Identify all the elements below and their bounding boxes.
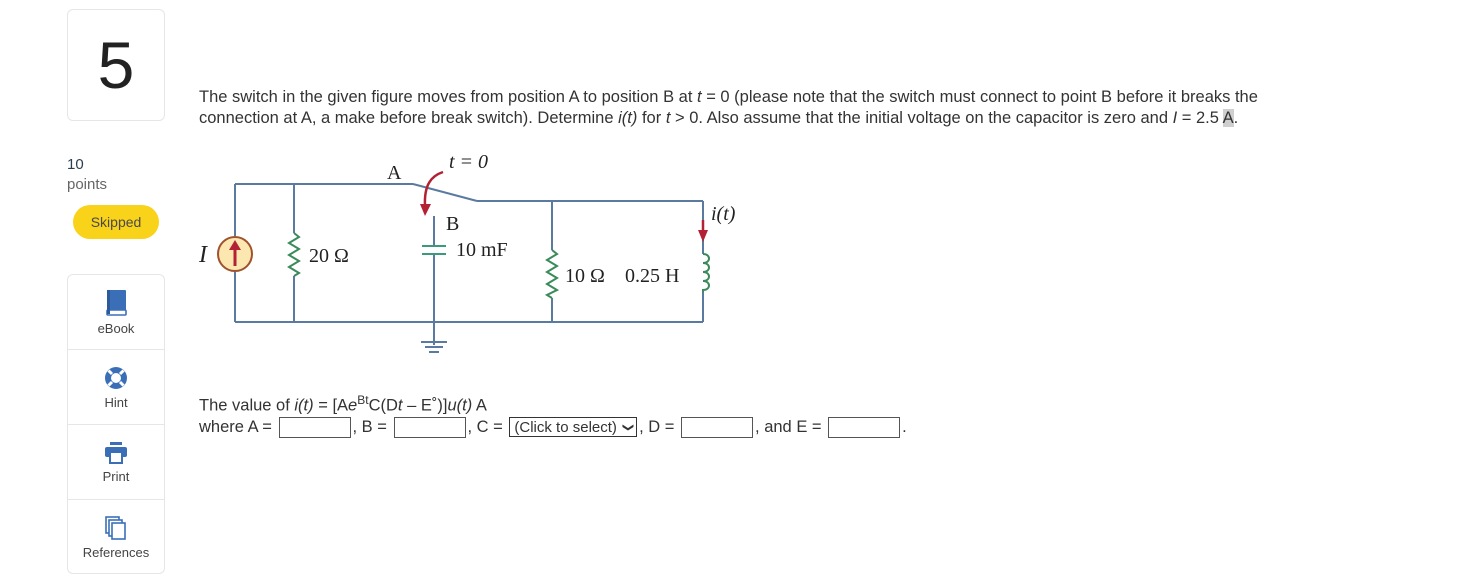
inductor-label: 0.25 H	[625, 265, 679, 287]
input-label-e: , and E =	[755, 417, 827, 436]
prompt-text: = 2.5	[1177, 109, 1223, 127]
r1-label: 20 Ω	[309, 245, 349, 267]
switch-time-label: t = 0	[449, 151, 488, 173]
documents-icon	[105, 515, 126, 540]
tool-hint[interactable]: Hint	[68, 350, 164, 425]
sentence-end: .	[902, 417, 907, 436]
equation-var: i(t)	[294, 396, 314, 415]
resistor-10-ohm	[544, 249, 560, 299]
prompt-text: for	[637, 109, 666, 127]
node-b-label: B	[446, 213, 459, 235]
equation-text: = [A	[313, 396, 349, 415]
equation-var: e	[348, 396, 358, 415]
points-value: 10	[67, 156, 84, 173]
prompt-text: .	[1233, 109, 1239, 127]
r2-label: 10 Ω	[565, 265, 605, 287]
prompt-text: The switch in the given figure moves fro…	[199, 88, 698, 106]
node-a-label: A	[387, 162, 402, 184]
answer-d-input[interactable]	[681, 416, 754, 438]
equation-text: C(D	[368, 396, 398, 415]
highlighted-unit: A	[1222, 109, 1234, 127]
answer-e-input[interactable]	[828, 416, 901, 438]
answer-section: The value of i(t) = [AeBtC(Dt – E˚)]u(t)…	[199, 390, 907, 438]
status-badge[interactable]: Skipped	[73, 205, 159, 239]
question-prompt: The switch in the given figure moves fro…	[199, 87, 1339, 129]
capacitor-label: 10 mF	[456, 239, 508, 261]
tool-label: Hint	[104, 394, 128, 410]
select-value: (Click to select)	[514, 418, 617, 436]
tool-print[interactable]: Print	[68, 425, 164, 500]
equation-text: A	[472, 396, 487, 415]
answer-b-input[interactable]	[393, 416, 466, 438]
question-number: 5	[67, 9, 165, 121]
input-label-d: , D =	[639, 417, 680, 436]
printer-icon	[105, 441, 127, 464]
answer-equation: The value of i(t) = [AeBtC(Dt – E˚)]u(t)…	[199, 390, 907, 417]
prompt-text: > 0. Also assume that the initial voltag…	[670, 109, 1173, 127]
lifebuoy-icon	[105, 366, 127, 389]
tool-ebook[interactable]: eBook	[68, 275, 164, 350]
equation-var: u(t)	[447, 396, 473, 415]
points-info: 10 points	[67, 155, 107, 195]
tool-label: Print	[102, 468, 130, 484]
points-label: points	[67, 176, 108, 193]
current-label: i(t)	[711, 203, 736, 225]
chevron-down-icon: ❯	[622, 422, 635, 432]
source-label: I	[198, 242, 208, 268]
circuit-diagram: I 20 Ω A t = 0 B 10 mF 10 Ω 0.25 H i(t)	[198, 151, 736, 353]
tool-label: eBook	[97, 320, 135, 336]
input-label-b: , B =	[352, 417, 392, 436]
inductor	[702, 253, 710, 292]
resistor-20-ohm	[287, 232, 301, 277]
tool-label: References	[82, 544, 150, 560]
answer-c-select[interactable]: (Click to select) ❯	[509, 417, 638, 437]
equation-exponent: Bt	[357, 393, 369, 407]
tool-references[interactable]: References	[68, 500, 164, 574]
book-icon	[106, 289, 127, 316]
answer-inputs-row: where A = , B = , C = (Click to select) …	[199, 416, 907, 438]
tools-panel: eBook Hint Print References	[67, 274, 165, 574]
prompt-var: i(t)	[618, 109, 638, 127]
answer-a-input[interactable]	[278, 416, 351, 438]
input-label-a: where A =	[199, 417, 277, 436]
input-label-c: , C =	[467, 417, 508, 436]
equation-text: – E˚)]	[402, 396, 448, 415]
equation-text: The value of	[199, 396, 295, 415]
